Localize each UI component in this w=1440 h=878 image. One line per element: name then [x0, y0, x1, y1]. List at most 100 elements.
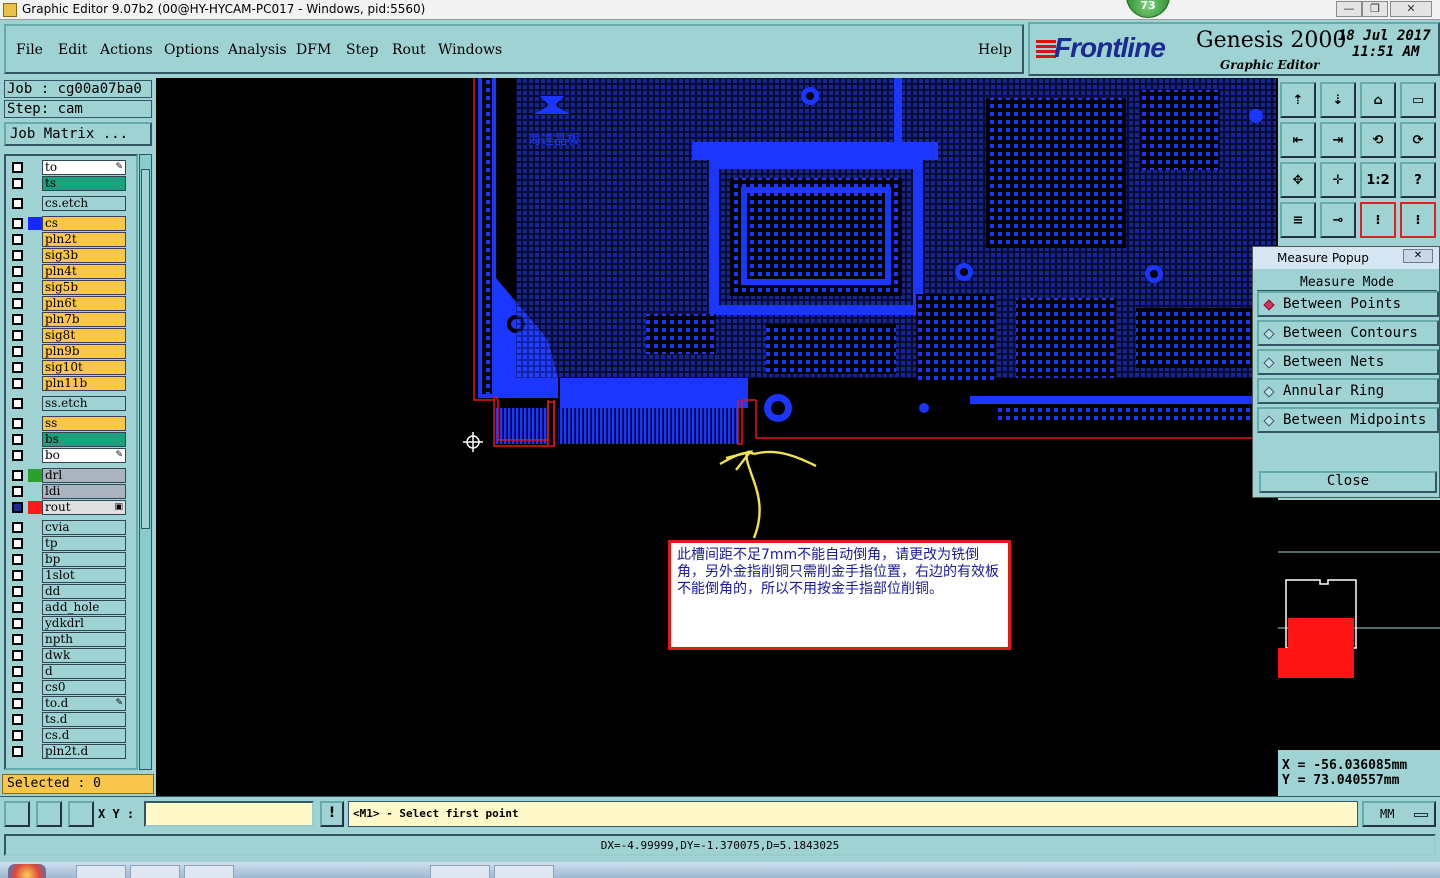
layer-checkbox[interactable] — [12, 502, 23, 513]
layer-color-swatch[interactable] — [28, 745, 42, 758]
layer-row[interactable]: to.d ✎ — [8, 696, 128, 711]
layer-checkbox[interactable] — [12, 330, 23, 341]
layer-row[interactable]: pln2t — [8, 232, 128, 247]
layer-name[interactable]: to.d ✎ — [42, 696, 126, 711]
layer-checkbox[interactable] — [12, 178, 23, 189]
close-button[interactable]: Close — [1259, 471, 1437, 493]
layer-color-swatch[interactable] — [28, 449, 42, 462]
snap-icon[interactable] — [4, 801, 30, 827]
layer-name[interactable]: cs0 — [42, 680, 126, 695]
layer-row[interactable]: cs — [8, 216, 128, 231]
layer-color-swatch[interactable] — [28, 601, 42, 614]
layer-checkbox[interactable] — [12, 698, 23, 709]
layer-row[interactable]: bo ✎ — [8, 448, 128, 463]
menu-edit[interactable]: Edit — [58, 42, 87, 58]
menu-windows[interactable]: Windows — [438, 42, 502, 58]
layer-name[interactable]: sig5b — [42, 280, 126, 295]
layer-row[interactable]: ss.etch — [8, 396, 128, 411]
exclamation-button[interactable]: ! — [320, 801, 344, 827]
minimize-button[interactable]: — — [1336, 1, 1362, 17]
measure-option-annular-ring[interactable]: Annular Ring — [1257, 378, 1439, 404]
layer-color-swatch[interactable] — [28, 485, 42, 498]
measure-option-between-nets[interactable]: Between Nets — [1257, 349, 1439, 375]
layer-color-swatch[interactable] — [28, 649, 42, 662]
layer-color-swatch[interactable] — [28, 177, 42, 190]
layer-row[interactable]: 1slot — [8, 568, 128, 583]
layer-checkbox[interactable] — [12, 486, 23, 497]
layers-color-icon[interactable]: ⁝ — [1400, 202, 1436, 238]
layer-checkbox[interactable] — [12, 434, 23, 445]
layer-row[interactable]: ldi — [8, 484, 128, 499]
layer-checkbox[interactable] — [12, 570, 23, 581]
layer-name[interactable]: bp — [42, 552, 126, 567]
layer-row[interactable]: npth — [8, 632, 128, 647]
layer-checkbox[interactable] — [12, 470, 23, 481]
layer-checkbox[interactable] — [12, 266, 23, 277]
taskbar-item[interactable] — [184, 865, 234, 878]
layer-color-swatch[interactable] — [28, 713, 42, 726]
help-icon[interactable]: ? — [1400, 162, 1436, 198]
layer-color-swatch[interactable] — [28, 377, 42, 390]
layer-name[interactable]: pln4t — [42, 264, 126, 279]
layer-row[interactable]: ts — [8, 176, 128, 191]
layer-name[interactable]: rout ▣ — [42, 500, 126, 515]
layer-checkbox[interactable] — [12, 522, 23, 533]
layer-name[interactable]: 1slot — [42, 568, 126, 583]
menu-step[interactable]: Step — [346, 42, 378, 58]
layer-row[interactable]: sig8t — [8, 328, 128, 343]
menu-analysis[interactable]: Analysis — [228, 42, 287, 58]
layer-name[interactable]: sig10t — [42, 360, 126, 375]
measure-icon[interactable] — [36, 801, 62, 827]
layer-checkbox[interactable] — [12, 198, 23, 209]
grid-icon[interactable] — [68, 801, 94, 827]
layer-name[interactable]: ss.etch — [42, 396, 126, 411]
layer-checkbox[interactable] — [12, 618, 23, 629]
layer-row[interactable]: ts.d — [8, 712, 128, 727]
layer-name[interactable]: ydkdrl — [42, 616, 126, 631]
layer-row[interactable]: rout ▣ — [8, 500, 128, 515]
layer-checkbox[interactable] — [12, 418, 23, 429]
layer-color-swatch[interactable] — [28, 417, 42, 430]
layer-color-swatch[interactable] — [28, 329, 42, 342]
menu-actions[interactable]: Actions — [100, 42, 153, 58]
layer-color-swatch[interactable] — [28, 665, 42, 678]
layer-checkbox[interactable] — [12, 314, 23, 325]
layer-name[interactable]: dwk — [42, 648, 126, 663]
layer-name[interactable]: tp — [42, 536, 126, 551]
layer-name[interactable]: cs.d — [42, 728, 126, 743]
job-matrix-button[interactable]: Job Matrix ... — [4, 122, 152, 146]
layer-tool-icon[interactable]: ≡ — [1280, 202, 1316, 238]
menu-file[interactable]: File — [16, 42, 43, 58]
pan-up-icon[interactable]: ⇡ — [1280, 82, 1316, 118]
layer-row[interactable]: pln7b — [8, 312, 128, 327]
taskbar-item[interactable] — [130, 865, 180, 878]
layer-color-swatch[interactable] — [28, 197, 42, 210]
layer-checkbox[interactable] — [12, 282, 23, 293]
window-zoom-icon[interactable]: ▭ — [1400, 82, 1436, 118]
layer-color-swatch[interactable] — [28, 233, 42, 246]
layer-checkbox[interactable] — [12, 450, 23, 461]
pan-down-icon[interactable]: ⇣ — [1320, 82, 1356, 118]
scrollbar-thumb[interactable] — [141, 169, 150, 529]
layer-row[interactable]: ss — [8, 416, 128, 431]
layers-display-icon[interactable]: ⁝ — [1360, 202, 1396, 238]
layer-name[interactable]: pln6t — [42, 296, 126, 311]
layer-checkbox[interactable] — [12, 650, 23, 661]
rotate-right-icon[interactable]: ⟳ — [1400, 122, 1436, 158]
layer-name[interactable]: bo ✎ — [42, 448, 126, 463]
layer-row[interactable]: add_hole — [8, 600, 128, 615]
layer-row[interactable]: sig5b — [8, 280, 128, 295]
layer-color-swatch[interactable] — [28, 265, 42, 278]
layer-name[interactable]: pln2t.d — [42, 744, 126, 759]
layer-name[interactable]: ldi — [42, 484, 126, 499]
layer-color-swatch[interactable] — [28, 361, 42, 374]
layer-row[interactable]: cs0 — [8, 680, 128, 695]
layer-color-swatch[interactable] — [28, 433, 42, 446]
layer-checkbox[interactable] — [12, 666, 23, 677]
layer-row[interactable]: tp — [8, 536, 128, 551]
layer-row[interactable]: d — [8, 664, 128, 679]
layer-name[interactable]: sig3b — [42, 248, 126, 263]
layer-color-swatch[interactable] — [28, 617, 42, 630]
units-select[interactable]: MM — [1362, 801, 1436, 827]
layer-color-swatch[interactable] — [28, 281, 42, 294]
